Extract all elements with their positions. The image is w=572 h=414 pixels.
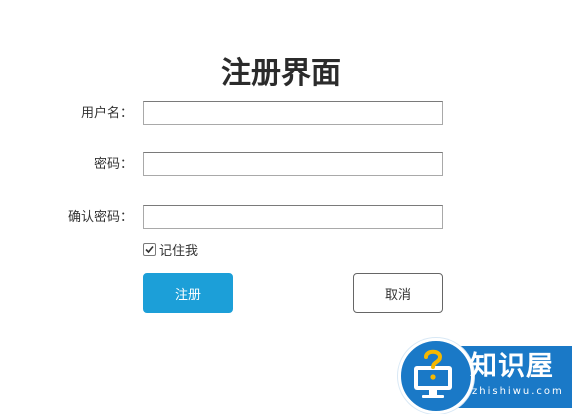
confirm-password-input[interactable] bbox=[143, 205, 443, 229]
remember-me-label: 记住我 bbox=[159, 243, 199, 259]
cancel-button[interactable]: 取消 bbox=[353, 273, 443, 313]
watermark-url: zhishiwu.com bbox=[472, 386, 564, 397]
watermark-logo: 知识屋 zhishiwu.com bbox=[398, 338, 572, 414]
confirm-password-label: 确认密码： bbox=[67, 210, 133, 225]
page-title: 注册界面 bbox=[221, 56, 341, 91]
username-label: 用户名： bbox=[80, 106, 133, 121]
username-input[interactable] bbox=[143, 101, 443, 125]
checkmark-icon bbox=[145, 245, 154, 253]
computer-question-icon bbox=[414, 349, 452, 398]
remember-me-checkbox[interactable] bbox=[143, 242, 156, 256]
password-label: 密码： bbox=[93, 157, 133, 172]
register-button[interactable]: 注册 bbox=[143, 273, 233, 313]
watermark-brand: 知识屋 bbox=[470, 351, 554, 382]
remember-me-option[interactable]: 记住我 bbox=[143, 240, 199, 259]
password-input[interactable] bbox=[143, 152, 443, 176]
